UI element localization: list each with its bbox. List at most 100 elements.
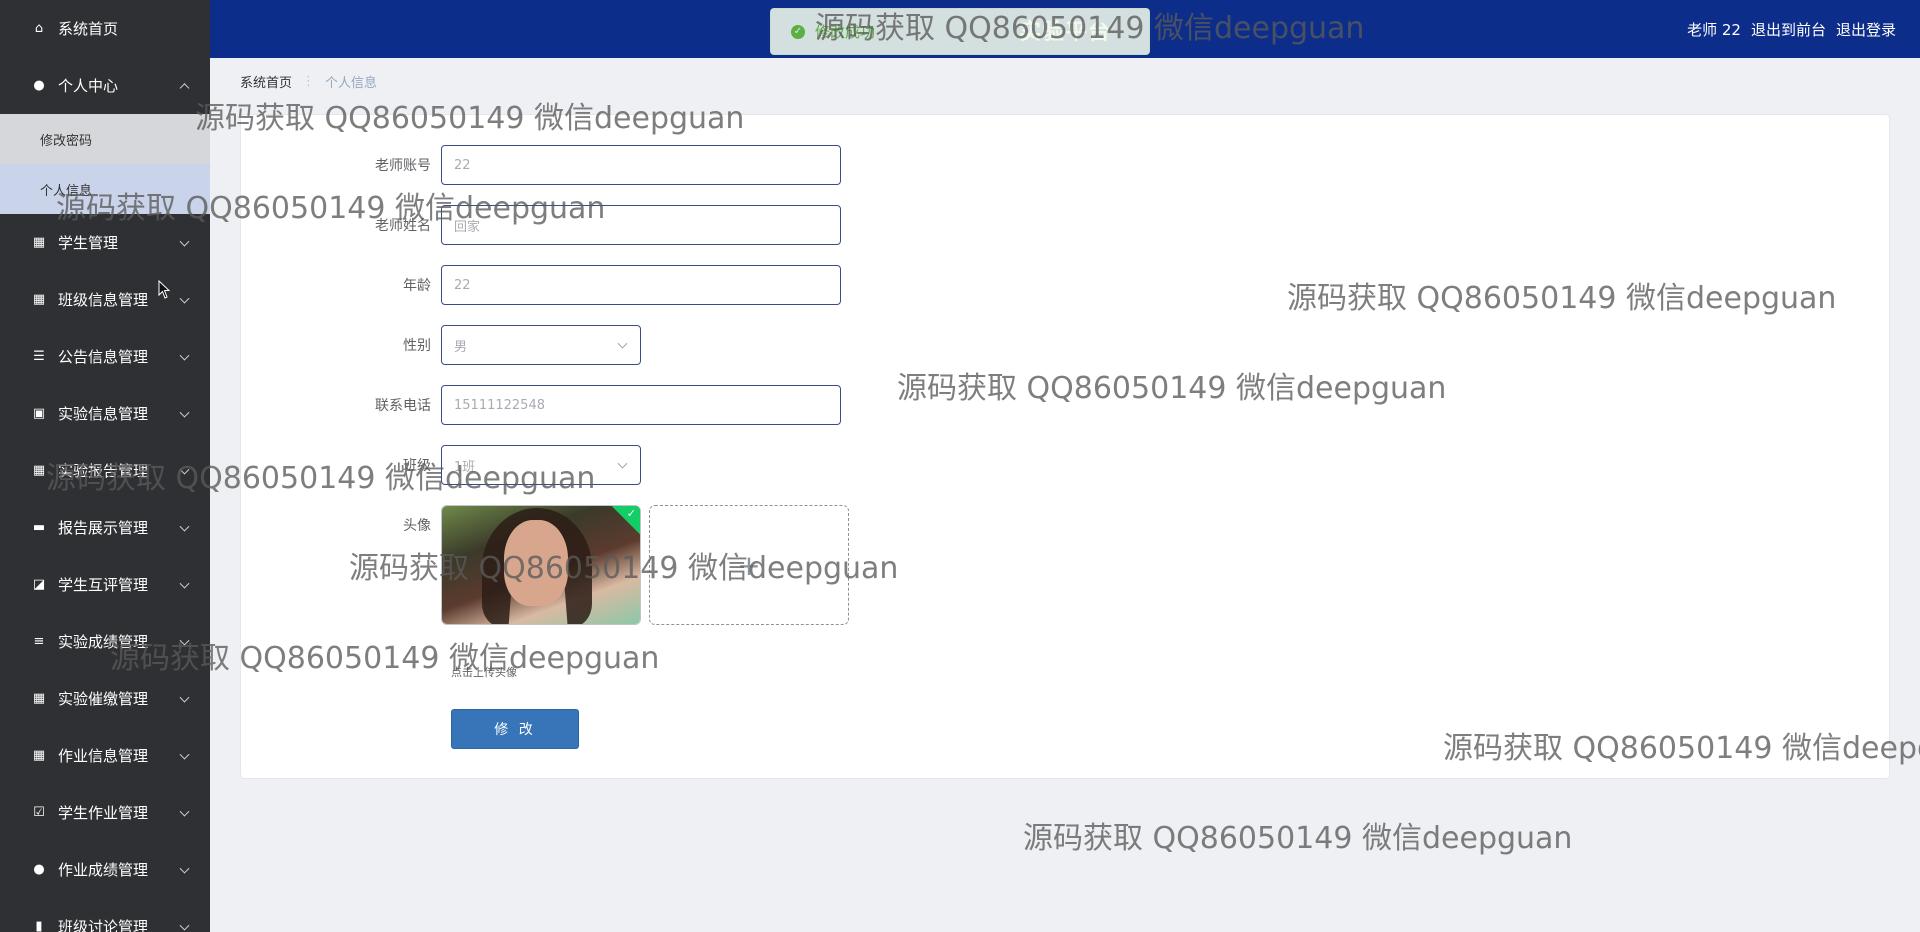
monitor-icon: ▬ <box>32 520 46 535</box>
gender-select-value: 男 <box>454 339 468 355</box>
chevron-down-icon <box>179 578 190 589</box>
sidebar-item-label: 学生管理 <box>58 234 119 252</box>
success-toast: ✓ 修改成功 <box>770 8 1150 55</box>
sidebar-item-class-discussion[interactable]: ▮ 班级讨论管理 <box>0 898 210 932</box>
sidebar-item-homework-score[interactable]: ● 作业成绩管理 <box>0 841 210 898</box>
sidebar-item-personal-center[interactable]: ● 个人中心 <box>0 57 210 114</box>
sidebar-item-class-info[interactable]: ▦ 班级信息管理 <box>0 271 210 328</box>
home-icon: ⌂ <box>34 21 44 36</box>
sidebar-subitem-change-password[interactable]: 修改密码 <box>0 114 210 164</box>
list-icon: ≡ <box>33 634 45 649</box>
chevron-down-icon <box>617 458 628 469</box>
mouse-cursor-icon <box>158 280 171 299</box>
phone-field[interactable]: 15111122548 <box>441 385 841 425</box>
sidebar-subitem-label: 修改密码 <box>40 133 93 149</box>
chart-icon: ◪ <box>32 577 46 592</box>
sidebar-item-label: 个人中心 <box>58 77 119 95</box>
user-label: 老师 22 <box>1687 21 1741 39</box>
grid-icon: ▦ <box>32 463 46 478</box>
chevron-down-icon <box>179 749 190 760</box>
avatar-label: 头像 <box>403 518 431 534</box>
user-icon: ● <box>33 862 45 877</box>
name-field[interactable]: 回家 <box>441 205 841 245</box>
grid-icon: ▦ <box>32 235 46 250</box>
submit-button[interactable]: 修 改 <box>451 709 579 749</box>
sidebar-item-label: 报告展示管理 <box>58 519 149 537</box>
form-row-class: 班级 1班 <box>241 445 641 485</box>
app-root: ⌂ 系统首页 ● 个人中心 修改密码 个人信息 ▦ 学生管理 ▦ 班级信息管理 … <box>0 0 1920 932</box>
age-field[interactable]: 22 <box>441 265 841 305</box>
age-label: 年龄 <box>403 278 431 294</box>
chevron-down-icon <box>179 635 190 646</box>
sidebar-item-label: 公告信息管理 <box>58 348 149 366</box>
phone-label: 联系电话 <box>375 398 431 414</box>
sidebar-subitem-personal-info[interactable]: 个人信息 <box>0 164 210 214</box>
check-icon: ✓ <box>626 507 636 520</box>
form-row-gender: 性别 男 <box>241 325 641 365</box>
sidebar-item-label: 班级讨论管理 <box>58 918 149 932</box>
class-select[interactable]: 1班 <box>441 445 641 485</box>
sidebar-item-label: 作业信息管理 <box>58 747 149 765</box>
breadcrumb-separator: ⋮ <box>302 74 316 89</box>
sidebar-item-experiment-info[interactable]: ▣ 实验信息管理 <box>0 385 210 442</box>
sidebar-item-experiment-reminder[interactable]: ▦ 实验催缴管理 <box>0 670 210 727</box>
sidebar: ⌂ 系统首页 ● 个人中心 修改密码 个人信息 ▦ 学生管理 ▦ 班级信息管理 … <box>0 0 210 932</box>
back-to-front-link[interactable]: 退出到前台 <box>1751 19 1826 40</box>
sidebar-item-homework-info[interactable]: ▦ 作业信息管理 <box>0 727 210 784</box>
class-select-value: 1班 <box>454 459 476 475</box>
gender-select[interactable]: 男 <box>441 325 641 365</box>
check-clipboard-icon: ☑ <box>33 805 45 820</box>
account-label: 老师账号 <box>375 158 431 174</box>
sidebar-item-label: 班级信息管理 <box>58 291 149 309</box>
sidebar-item-student[interactable]: ▦ 学生管理 <box>0 214 210 271</box>
sidebar-item-notice[interactable]: ☰ 公告信息管理 <box>0 328 210 385</box>
grid-icon: ▦ <box>32 748 46 763</box>
clipboard-icon: ▣ <box>32 406 46 421</box>
profile-form-card: 老师账号 22 老师姓名 回家 年龄 22 性别 男 联系电话 15111122… <box>240 114 1890 779</box>
sliders-icon: ☰ <box>33 349 45 364</box>
chevron-down-icon <box>179 407 190 418</box>
chevron-down-icon <box>179 350 190 361</box>
form-row-avatar: 头像 ✓ + <box>241 505 849 625</box>
breadcrumb-current: 个人信息 <box>325 76 378 91</box>
sidebar-item-student-homework[interactable]: ☑ 学生作业管理 <box>0 784 210 841</box>
chevron-down-icon <box>179 920 190 931</box>
sidebar-item-report-display[interactable]: ▬ 报告展示管理 <box>0 499 210 556</box>
breadcrumb-home[interactable]: 系统首页 <box>240 72 292 91</box>
success-check-icon: ✓ <box>791 24 805 39</box>
upload-tip: 点击上传头像 <box>451 666 517 679</box>
chevron-down-icon <box>617 338 628 349</box>
toast-message: 修改成功 <box>815 23 876 41</box>
chevron-down-icon <box>179 521 190 532</box>
sidebar-item-label: 学生作业管理 <box>58 804 149 822</box>
logout-link[interactable]: 退出登录 <box>1836 19 1896 40</box>
chevron-down-icon <box>179 692 190 703</box>
avatar-preview[interactable]: ✓ <box>441 505 641 625</box>
chevron-down-icon <box>179 236 190 247</box>
avatar-image <box>442 506 640 624</box>
chevron-up-icon <box>179 82 190 93</box>
form-row-account: 老师账号 22 <box>241 145 841 185</box>
chevron-down-icon <box>179 293 190 304</box>
breadcrumb: 系统首页 ⋮ 个人信息 <box>240 72 377 91</box>
sidebar-item-experiment-score[interactable]: ≡ 实验成绩管理 <box>0 613 210 670</box>
sidebar-item-home[interactable]: ⌂ 系统首页 <box>0 0 210 57</box>
sidebar-item-label: 实验成绩管理 <box>58 633 149 651</box>
sidebar-item-label: 作业成绩管理 <box>58 861 149 879</box>
book-icon: ▮ <box>35 919 43 932</box>
account-field[interactable]: 22 <box>441 145 841 185</box>
sidebar-item-label: 学生互评管理 <box>58 576 149 594</box>
chevron-down-icon <box>179 806 190 817</box>
grid-icon: ▦ <box>32 292 46 307</box>
name-label: 老师姓名 <box>375 218 431 234</box>
sidebar-item-experiment-report[interactable]: ▦ 实验报告管理 <box>0 442 210 499</box>
sidebar-item-label: 系统首页 <box>58 20 119 38</box>
avatar-upload-button[interactable]: + <box>649 505 849 625</box>
class-label: 班级 <box>403 458 431 474</box>
form-row-phone: 联系电话 15111122548 <box>241 385 841 425</box>
gender-label: 性别 <box>403 338 431 354</box>
user-icon: ● <box>33 78 45 93</box>
sidebar-item-label: 实验信息管理 <box>58 405 149 423</box>
chevron-down-icon <box>179 464 190 475</box>
sidebar-item-peer-review[interactable]: ◪ 学生互评管理 <box>0 556 210 613</box>
